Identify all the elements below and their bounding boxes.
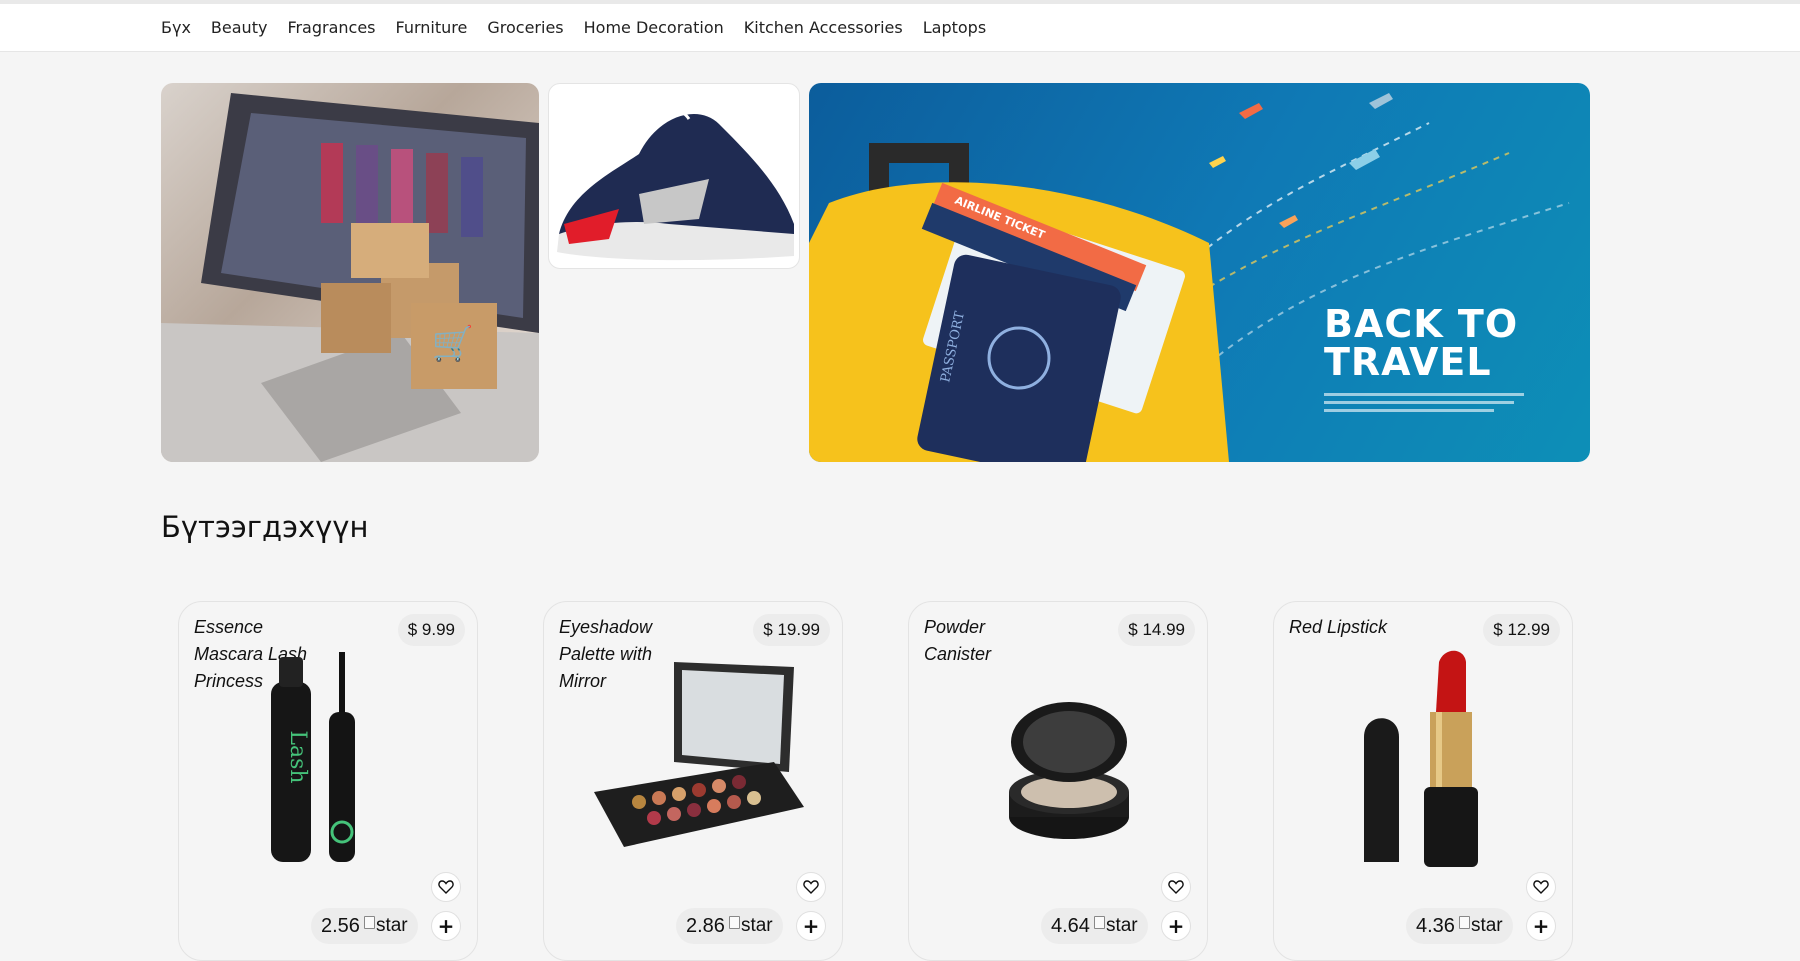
banner-back-to-travel[interactable]: PASSPORT AIRLINE TICKET BACK TO TRAVEL bbox=[809, 83, 1590, 462]
add-to-cart-button[interactable]: + bbox=[796, 911, 826, 941]
star-icon: star bbox=[1458, 915, 1503, 937]
category-navbar: Бүх Beauty Fragrances Furniture Grocerie… bbox=[0, 4, 1800, 52]
eyeshadow-palette-image bbox=[594, 662, 804, 847]
favorite-button[interactable] bbox=[796, 872, 826, 902]
product-card[interactable]: Red Lipstick $ 12.99 4.36 star + bbox=[1273, 601, 1573, 961]
nav-item-groceries[interactable]: Groceries bbox=[487, 18, 563, 37]
heart-icon bbox=[438, 880, 454, 894]
heart-icon bbox=[1168, 880, 1184, 894]
nav-item-laptops[interactable]: Laptops bbox=[923, 18, 986, 37]
add-to-cart-button[interactable]: + bbox=[1526, 911, 1556, 941]
rating-value: 4.36 bbox=[1416, 914, 1455, 937]
favorite-button[interactable] bbox=[1161, 872, 1191, 902]
banner-online-shopping[interactable]: 🛒 bbox=[161, 83, 539, 462]
plus-icon: + bbox=[1532, 914, 1550, 938]
rating-value: 2.86 bbox=[686, 914, 725, 937]
rating-value: 4.64 bbox=[1051, 914, 1090, 937]
svg-text:Lash: Lash bbox=[285, 730, 310, 783]
star-icon: star bbox=[363, 915, 408, 937]
lipstick-image bbox=[1364, 650, 1478, 867]
add-to-cart-button[interactable]: + bbox=[431, 911, 461, 941]
laptop-boxes-illustration: 🛒 bbox=[161, 93, 539, 462]
nav-item-fragrances[interactable]: Fragrances bbox=[287, 18, 375, 37]
star-icon: star bbox=[1093, 915, 1138, 937]
product-rating: 2.86 star bbox=[676, 908, 783, 944]
heart-icon bbox=[803, 880, 819, 894]
plus-icon: + bbox=[1167, 914, 1185, 938]
favorite-button[interactable] bbox=[1526, 872, 1556, 902]
nav-item-furniture[interactable]: Furniture bbox=[396, 18, 468, 37]
nav-item-all[interactable]: Бүх bbox=[161, 18, 191, 37]
travel-heading: BACK TO TRAVEL bbox=[1324, 302, 1519, 384]
heart-icon bbox=[1533, 880, 1549, 894]
product-card[interactable]: Essence Mascara Lash Princess $ 9.99 Las… bbox=[178, 601, 478, 961]
favorite-button[interactable] bbox=[431, 872, 461, 902]
plus-icon: + bbox=[802, 914, 820, 938]
rating-value: 2.56 bbox=[321, 914, 360, 937]
nav-item-home-decoration[interactable]: Home Decoration bbox=[584, 18, 724, 37]
product-rating: 4.36 star bbox=[1406, 908, 1513, 944]
nav-item-kitchen-accessories[interactable]: Kitchen Accessories bbox=[744, 18, 903, 37]
product-rating: 4.64 star bbox=[1041, 908, 1148, 944]
nav-item-beauty[interactable]: Beauty bbox=[211, 18, 268, 37]
products-section-title: Бүтээгдэхүүн bbox=[161, 510, 369, 544]
svg-text:🛒: 🛒 bbox=[432, 324, 474, 364]
product-name: Red Lipstick bbox=[1289, 617, 1388, 637]
product-card[interactable]: Powder Canister $ 14.99 4.64 star + bbox=[908, 601, 1208, 961]
powder-canister-image bbox=[1009, 702, 1129, 839]
plus-icon: + bbox=[437, 914, 455, 938]
travel-fine-print bbox=[1324, 393, 1524, 412]
category-list: Бүх Beauty Fragrances Furniture Grocerie… bbox=[161, 18, 986, 37]
mascara-image: Lash bbox=[271, 652, 355, 862]
add-to-cart-button[interactable]: + bbox=[1161, 911, 1191, 941]
banner-sneaker[interactable] bbox=[548, 83, 800, 269]
product-card[interactable]: Eyeshadow Palette with Mirror $ 19.99 2.… bbox=[543, 601, 843, 961]
product-rating: 2.56 star bbox=[311, 908, 418, 944]
star-icon: star bbox=[728, 915, 773, 937]
sneaker-image bbox=[557, 108, 794, 261]
